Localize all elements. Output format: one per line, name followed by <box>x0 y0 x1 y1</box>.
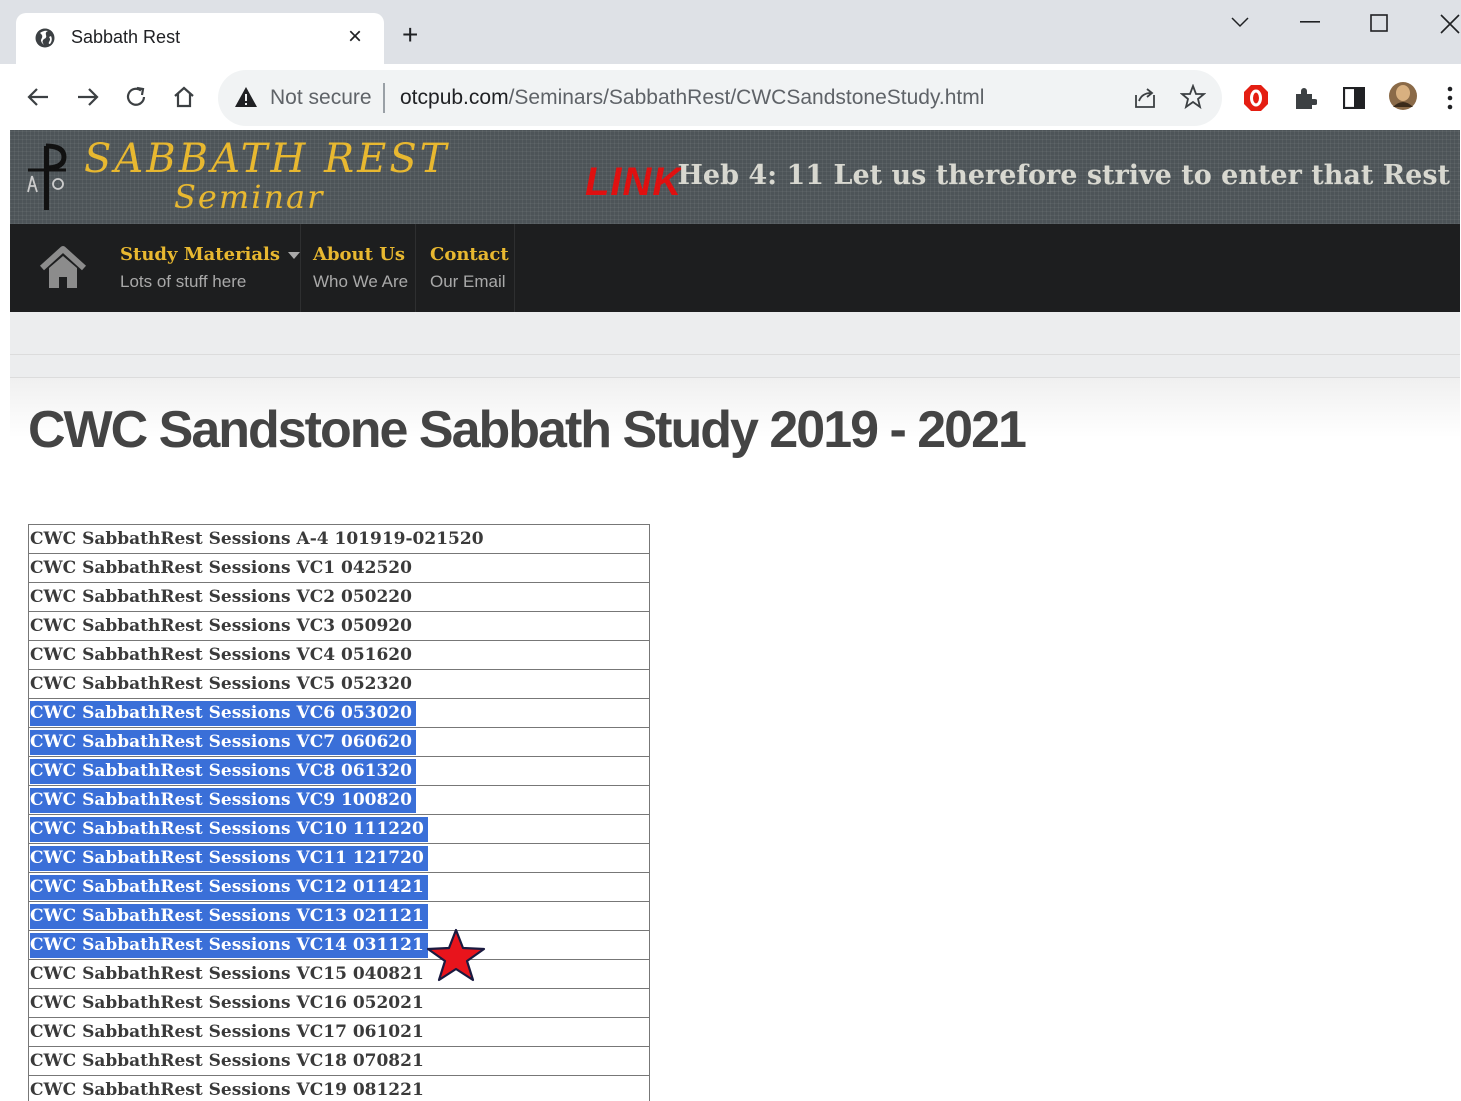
bookmark-star-icon[interactable] <box>1180 84 1206 110</box>
table-row: CWC SabbathRest Sessions VC18 070821 <box>29 1047 649 1076</box>
security-status: Not secure <box>270 86 372 109</box>
session-link[interactable]: CWC SabbathRest Sessions VC3 050920 <box>30 614 416 639</box>
tab-strip: Sabbath Rest × + <box>0 0 1461 64</box>
address-bar[interactable]: Not secure otcpub.com/Seminars/SabbathRe… <box>218 70 1222 126</box>
nav-about-us-title: About Us <box>313 244 406 265</box>
adblock-icon[interactable] <box>1243 84 1269 112</box>
session-link[interactable]: CWC SabbathRest Sessions VC7 060620 <box>30 730 416 755</box>
nav-study-materials[interactable]: Study Materials Lots of stuff here <box>106 224 301 312</box>
nav-about-us[interactable]: About Us Who We Are <box>300 224 416 312</box>
site-logo-subtitle: Seminar <box>174 178 325 216</box>
session-link[interactable]: CWC SabbathRest Sessions VC17 061021 <box>30 1020 428 1045</box>
profile-avatar-icon[interactable] <box>1388 80 1418 112</box>
url-path: /Seminars/SabbathRest/CWCSandstoneStudy.… <box>508 86 985 109</box>
nav-contact-subtitle: Our Email <box>430 272 506 291</box>
session-link[interactable]: CWC SabbathRest Sessions VC13 021121 <box>30 904 428 929</box>
session-link[interactable]: CWC SabbathRest Sessions A-4 101919-0215… <box>30 527 488 552</box>
minimize-icon[interactable] <box>1300 20 1320 24</box>
extensions-icon[interactable] <box>1293 86 1317 110</box>
session-link[interactable]: CWC SabbathRest Sessions VC8 061320 <box>30 759 416 784</box>
table-row: CWC SabbathRest Sessions VC11 121720 <box>29 844 649 873</box>
close-icon[interactable]: × <box>348 23 362 51</box>
session-link[interactable]: CWC SabbathRest Sessions VC2 050220 <box>30 585 416 610</box>
session-link[interactable]: CWC SabbathRest Sessions VC18 070821 <box>30 1049 428 1074</box>
table-row: CWC SabbathRest Sessions VC6 053020 <box>29 699 649 728</box>
nav-about-us-subtitle: Who We Are <box>313 272 409 291</box>
site-nav: Study Materials Lots of stuff here About… <box>10 224 1460 312</box>
maximize-icon[interactable] <box>1370 14 1388 32</box>
table-row: CWC SabbathRest Sessions VC12 011421 <box>29 873 649 902</box>
warning-icon <box>235 87 257 107</box>
site-banner: SABBATH REST Seminar LINK Heb 4: 11 Let … <box>10 130 1460 224</box>
globe-icon <box>35 28 55 48</box>
session-link[interactable]: CWC SabbathRest Sessions VC5 052320 <box>30 672 416 697</box>
table-row: CWC SabbathRest Sessions VC14 031121 <box>29 931 649 960</box>
table-row: CWC SabbathRest Sessions VC19 081221 <box>29 1076 649 1101</box>
table-row: CWC SabbathRest Sessions VC7 060620 <box>29 728 649 757</box>
nav-study-materials-subtitle: Lots of stuff here <box>120 272 247 291</box>
tab-title: Sabbath Rest <box>71 27 181 47</box>
forward-icon[interactable] <box>76 86 100 108</box>
nav-study-materials-label: Study Materials <box>120 244 281 265</box>
nav-contact-title: Contact <box>430 244 509 265</box>
table-row: CWC SabbathRest Sessions VC1 042520 <box>29 554 649 583</box>
back-icon[interactable] <box>26 86 50 108</box>
table-row: CWC SabbathRest Sessions VC15 040821 <box>29 960 649 989</box>
table-row: CWC SabbathRest Sessions VC13 021121 <box>29 902 649 931</box>
table-row: CWC SabbathRest Sessions VC2 050220 <box>29 583 649 612</box>
session-link[interactable]: CWC SabbathRest Sessions VC16 052021 <box>30 991 428 1016</box>
site-logo-title[interactable]: SABBATH REST <box>84 136 449 182</box>
browser-toolbar: Not secure otcpub.com/Seminars/SabbathRe… <box>0 64 1461 130</box>
session-link[interactable]: CWC SabbathRest Sessions VC4 051620 <box>30 643 416 668</box>
table-row: CWC SabbathRest Sessions VC17 061021 <box>29 1018 649 1047</box>
browser-tab[interactable]: Sabbath Rest × <box>16 13 384 64</box>
table-row: CWC SabbathRest Sessions A-4 101919-0215… <box>29 525 649 554</box>
session-link[interactable]: CWC SabbathRest Sessions VC12 011421 <box>30 875 428 900</box>
table-row: CWC SabbathRest Sessions VC3 050920 <box>29 612 649 641</box>
table-row: CWC SabbathRest Sessions VC9 100820 <box>29 786 649 815</box>
table-row: CWC SabbathRest Sessions VC4 051620 <box>29 641 649 670</box>
caret-down-icon <box>288 251 301 259</box>
nav-study-materials-title: Study Materials <box>120 244 301 265</box>
home-icon[interactable] <box>172 85 196 109</box>
session-link[interactable]: CWC SabbathRest Sessions VC6 053020 <box>30 701 416 726</box>
session-link[interactable]: CWC SabbathRest Sessions VC14 031121 <box>30 933 428 958</box>
side-panel-icon[interactable] <box>1343 87 1365 109</box>
window-close-icon[interactable] <box>1440 14 1460 34</box>
chi-rho-logo <box>27 143 67 210</box>
sessions-table: CWC SabbathRest Sessions A-4 101919-0215… <box>28 524 650 1101</box>
site-home-icon[interactable] <box>38 246 88 290</box>
url-host: otcpub.com <box>400 86 509 109</box>
page-title: CWC Sandstone Sabbath Study 2019 - 2021 <box>28 401 1027 459</box>
session-link[interactable]: CWC SabbathRest Sessions VC19 081221 <box>30 1078 428 1101</box>
session-link[interactable]: CWC SabbathRest Sessions VC10 111220 <box>30 817 428 842</box>
link-label[interactable]: LINK <box>585 160 682 205</box>
session-link[interactable]: CWC SabbathRest Sessions VC15 040821 <box>30 962 428 987</box>
table-row: CWC SabbathRest Sessions VC5 052320 <box>29 670 649 699</box>
table-row: CWC SabbathRest Sessions VC8 061320 <box>29 757 649 786</box>
session-link[interactable]: CWC SabbathRest Sessions VC9 100820 <box>30 788 416 813</box>
share-icon[interactable] <box>1132 86 1158 110</box>
reload-icon[interactable] <box>124 85 148 109</box>
url-text[interactable]: otcpub.com/Seminars/SabbathRest/CWCSands… <box>400 86 984 110</box>
table-row: CWC SabbathRest Sessions VC16 052021 <box>29 989 649 1018</box>
new-tab-button[interactable]: + <box>402 20 418 50</box>
divider <box>383 83 385 113</box>
nav-contact[interactable]: Contact Our Email <box>416 224 515 312</box>
chevron-down-icon[interactable] <box>1230 14 1250 30</box>
breadcrumb-strip <box>10 312 1460 355</box>
more-menu-icon[interactable] <box>1446 86 1454 110</box>
sub-strip <box>10 355 1460 378</box>
header-verse: Heb 4: 11 Let us therefore strive to ent… <box>677 160 1450 191</box>
session-link[interactable]: CWC SabbathRest Sessions VC11 121720 <box>30 846 428 871</box>
red-star-icon <box>426 928 486 982</box>
session-link[interactable]: CWC SabbathRest Sessions VC1 042520 <box>30 556 416 581</box>
web-page: SABBATH REST Seminar LINK Heb 4: 11 Let … <box>10 130 1460 1101</box>
table-row: CWC SabbathRest Sessions VC10 111220 <box>29 815 649 844</box>
